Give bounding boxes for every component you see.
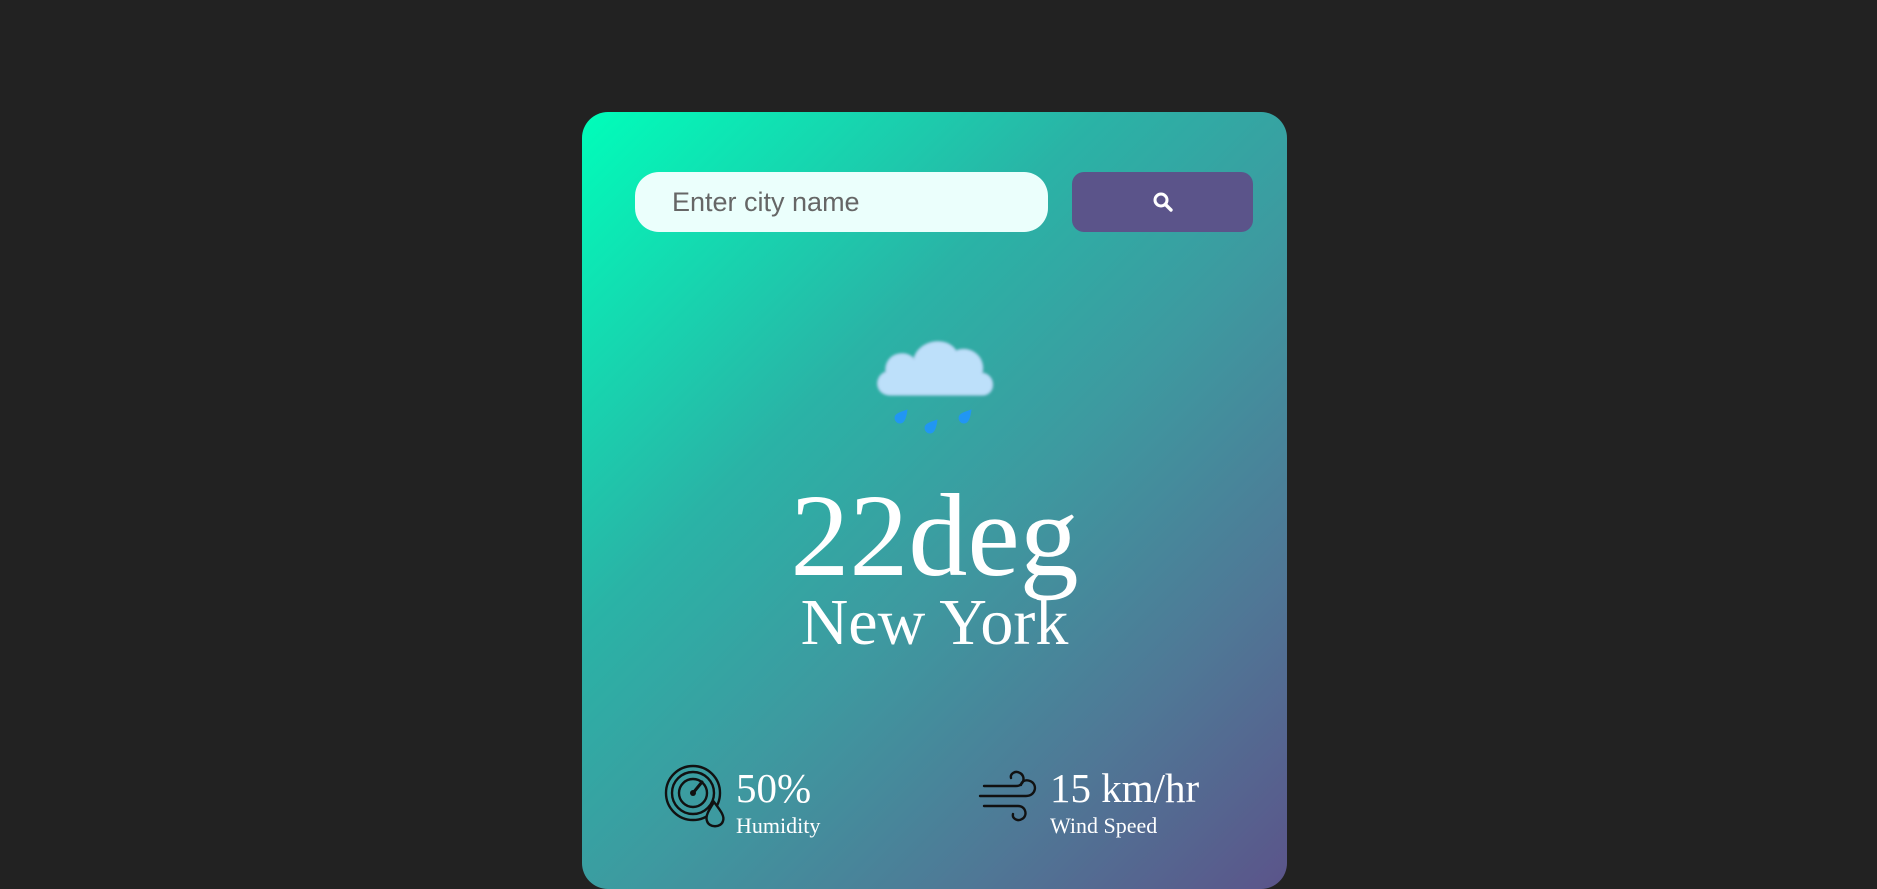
search-button[interactable]: [1072, 172, 1253, 232]
humidity-gauge-icon: [664, 764, 725, 828]
search-icon: [1153, 192, 1173, 212]
weather-card: 22deg New York 50% Humidity: [582, 112, 1287, 889]
wind-speed-value: 15 km/hr: [1050, 765, 1200, 811]
temperature: 22deg: [790, 470, 1079, 601]
rain-cloud-icon: [877, 341, 994, 434]
wind-speed-label: Wind Speed: [1050, 813, 1158, 838]
humidity-label: Humidity: [736, 813, 821, 838]
search-bar: [635, 172, 1253, 232]
wind-detail: 15 km/hr Wind Speed: [978, 752, 1199, 837]
humidity-value: 50%: [736, 765, 812, 811]
humidity-detail: 50% Humidity: [664, 752, 820, 837]
wind-icon: [978, 770, 1037, 822]
city-search-input[interactable]: [635, 172, 1048, 232]
city-name: New York: [800, 586, 1069, 659]
weather-details: 50% Humidity 15 km/hr Wind Speed: [582, 752, 1287, 842]
